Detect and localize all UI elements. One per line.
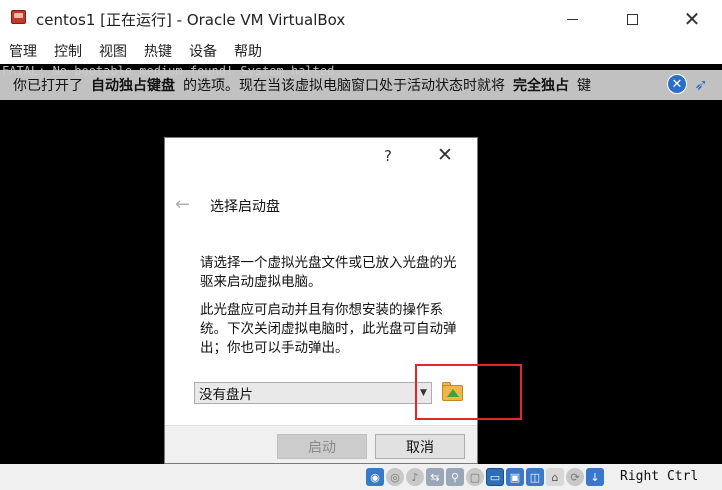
shared-folders-icon[interactable]: ▢ — [466, 468, 484, 486]
display-icon[interactable]: ▭ — [486, 468, 504, 486]
menu-item-hotkeys[interactable]: 热键 — [144, 41, 172, 61]
cancel-button[interactable]: 取消 — [375, 434, 465, 459]
notice-text-suffix: 键 — [577, 78, 591, 94]
host-key-label: Right Ctrl — [620, 469, 699, 484]
dialog-paragraph-2: 此光盘应可启动并且有你想安装的操作系统。下次关闭虚拟电脑时，此光盘可自动弹出；你… — [200, 302, 457, 356]
usb-icon[interactable]: ⚲ — [446, 468, 464, 486]
status-bar: ◉ ◎ ♪ ⇆ ⚲ ▢ ▭ ▣ ◫ ⌂ ⟳ ↓ Right Ctrl — [0, 464, 722, 490]
audio-icon[interactable]: ♪ — [406, 468, 424, 486]
notice-text-prefix: 你已打开了 — [13, 78, 83, 94]
window-title: centos1 [正在运行] - Oracle VM VirtualBox — [36, 11, 346, 29]
notice-close-icon[interactable]: ✕ — [667, 74, 687, 94]
disk-select-dropdown[interactable]: 没有盘片 ▼ — [194, 382, 432, 404]
notice-bold-auto-capture: 自动独占键盘 — [91, 78, 175, 94]
back-arrow-icon[interactable]: ← — [175, 194, 190, 215]
maximize-icon — [626, 13, 638, 25]
host-key-arrow-icon[interactable]: ↓ — [586, 468, 604, 486]
optical-drive-icon[interactable]: ◎ — [386, 468, 404, 486]
notice-pin-icon[interactable]: ➶ — [691, 74, 711, 94]
notice-bold-full-capture: 完全独占 — [513, 78, 569, 94]
disk-select-value: 没有盘片 — [199, 387, 253, 403]
menu-item-view[interactable]: 视图 — [99, 41, 127, 61]
dialog-paragraph-1: 请选择一个虚拟光盘文件或已放入光盘的光驱来启动虚拟电脑。 — [200, 255, 457, 290]
minimize-icon — [566, 18, 578, 20]
network-icon[interactable]: ⇆ — [426, 468, 444, 486]
close-window-button[interactable]: ✕ — [669, 4, 715, 34]
menu-item-devices[interactable]: 设备 — [189, 41, 217, 61]
video-capture-icon[interactable]: ▣ — [506, 468, 524, 486]
menu-item-manage[interactable]: 管理 — [9, 41, 37, 61]
virtualbox-app-icon — [10, 8, 28, 26]
menu-item-control[interactable]: 控制 — [54, 41, 82, 61]
menu-bar: 管理 控制 视图 热键 设备 帮助 — [0, 38, 722, 64]
menu-item-help[interactable]: 帮助 — [234, 41, 262, 61]
title-bar: centos1 [正在运行] - Oracle VM VirtualBox ✕ — [0, 0, 722, 38]
harddisk-icon[interactable]: ◉ — [366, 468, 384, 486]
start-button[interactable]: 启动 — [277, 434, 367, 459]
recording-icon[interactable]: ⟳ — [566, 468, 584, 486]
dialog-help-button[interactable]: ? — [384, 147, 392, 165]
cpu-icon[interactable]: ◫ — [526, 468, 544, 486]
maximize-button[interactable] — [609, 4, 655, 34]
minimize-button[interactable] — [549, 4, 595, 34]
dialog-close-button[interactable]: ✕ — [437, 144, 453, 166]
dialog-heading: 选择启动盘 — [210, 199, 280, 215]
mouse-integration-icon[interactable]: ⌂ — [546, 468, 564, 486]
highlight-box — [415, 364, 522, 420]
keyboard-capture-notice: 你已打开了 自动独占键盘 的选项。现在当该虚拟电脑窗口处于活动状态时就将 完全独… — [0, 70, 722, 100]
dialog-footer: 启动 取消 — [165, 425, 477, 463]
notice-text-mid: 的选项。现在当该虚拟电脑窗口处于活动状态时就将 — [183, 78, 505, 94]
